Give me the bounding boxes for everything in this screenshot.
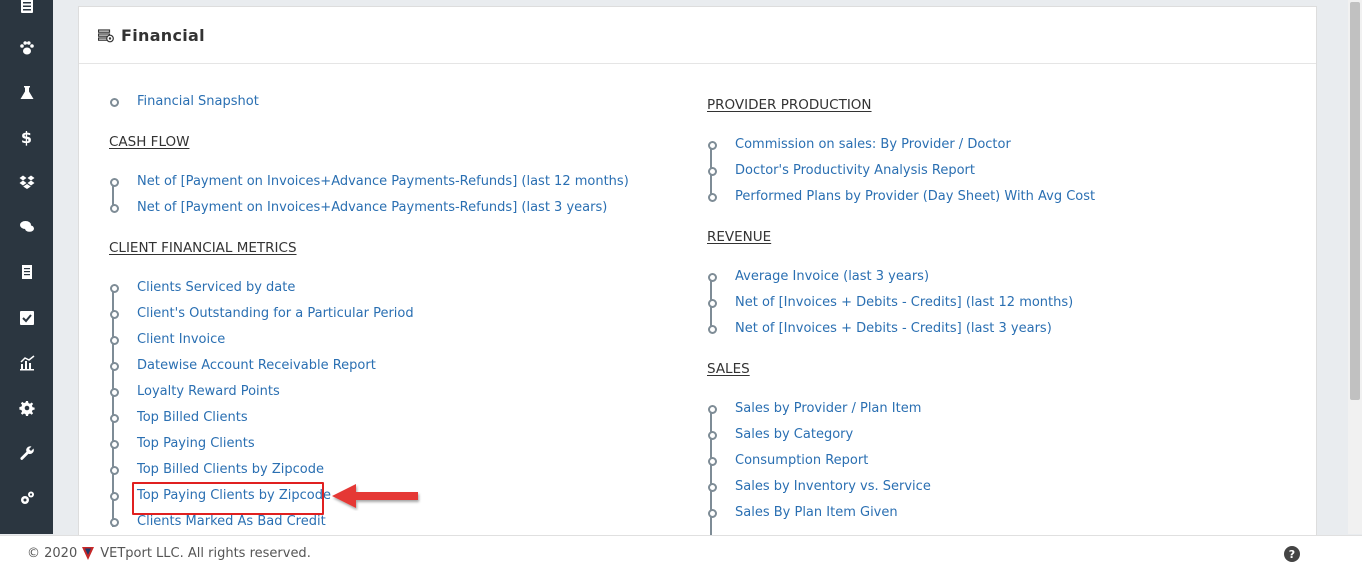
money-icon bbox=[98, 29, 114, 43]
timeline-dot bbox=[708, 509, 717, 518]
link-sales-by-plan-item-given[interactable]: Sales By Plan Item Given bbox=[735, 505, 898, 520]
link-commission-on-sales[interactable]: Commission on sales: By Provider / Docto… bbox=[735, 137, 1011, 152]
footer-copyright: © 2020 VETport LLC. All rights reserved. bbox=[27, 546, 311, 561]
panel-header: Financial bbox=[79, 7, 1316, 64]
timeline-dot bbox=[110, 388, 119, 397]
link-performed-plans[interactable]: Performed Plans by Provider (Day Sheet) … bbox=[735, 189, 1095, 204]
company-name: VETport LLC. All rights reserved. bbox=[100, 546, 311, 561]
link-net-invoices-3-years[interactable]: Net of [Invoices + Debits - Credits] (la… bbox=[735, 321, 1052, 336]
copyright-year: © 2020 bbox=[27, 546, 78, 561]
help-icon[interactable]: ? bbox=[1284, 546, 1300, 562]
heading-cash-flow: CASH FLOW bbox=[109, 134, 190, 150]
timeline-dot bbox=[110, 98, 119, 107]
heading-client-financial-metrics: CLIENT FINANCIAL METRICS bbox=[109, 240, 297, 256]
timeline-dot bbox=[110, 310, 119, 319]
timeline-dot bbox=[110, 178, 119, 187]
vetport-logo-icon bbox=[82, 546, 95, 560]
timeline-dot bbox=[708, 193, 717, 202]
heading-revenue: REVENUE bbox=[707, 229, 772, 245]
timeline-dot bbox=[110, 518, 119, 527]
link-top-billed-clients[interactable]: Top Billed Clients bbox=[137, 410, 248, 425]
checkbox-icon[interactable] bbox=[0, 303, 53, 333]
arrow-annotation-icon bbox=[332, 484, 418, 508]
link-datewise-ar-report[interactable]: Datewise Account Receivable Report bbox=[137, 358, 376, 373]
link-sales-inventory-vs-service[interactable]: Sales by Inventory vs. Service bbox=[735, 479, 931, 494]
list-icon[interactable] bbox=[0, 0, 53, 21]
chat-icon[interactable] bbox=[0, 212, 53, 242]
link-net-invoices-12-months[interactable]: Net of [Invoices + Debits - Credits] (la… bbox=[735, 295, 1073, 310]
timeline-dot bbox=[708, 457, 717, 466]
link-sales-by-category[interactable]: Sales by Category bbox=[735, 427, 853, 442]
timeline-dot bbox=[708, 405, 717, 414]
timeline-dot bbox=[110, 492, 119, 501]
timeline-dot bbox=[708, 325, 717, 334]
link-top-billed-clients-zipcode[interactable]: Top Billed Clients by Zipcode bbox=[137, 462, 324, 477]
link-clients-outstanding[interactable]: Client's Outstanding for a Particular Pe… bbox=[137, 306, 414, 321]
timeline-dot bbox=[708, 141, 717, 150]
link-clients-bad-credit[interactable]: Clients Marked As Bad Credit bbox=[137, 514, 326, 529]
dropbox-icon[interactable] bbox=[0, 167, 53, 197]
link-top-paying-clients[interactable]: Top Paying Clients bbox=[137, 436, 255, 451]
chart-icon[interactable] bbox=[0, 348, 53, 378]
gears-icon[interactable] bbox=[0, 483, 53, 513]
paw-icon[interactable] bbox=[0, 33, 53, 63]
dollar-icon[interactable]: $ bbox=[0, 122, 53, 152]
timeline-dot bbox=[708, 483, 717, 492]
link-consumption-report[interactable]: Consumption Report bbox=[735, 453, 868, 468]
financial-panel: Financial Financial Snapshot CASH FLOW N… bbox=[78, 6, 1317, 548]
timeline-dot bbox=[110, 204, 119, 213]
timeline-dot bbox=[110, 336, 119, 345]
receipt-icon[interactable] bbox=[0, 257, 53, 287]
wrench-icon[interactable] bbox=[0, 438, 53, 468]
timeline-dot bbox=[110, 362, 119, 371]
flask-icon[interactable] bbox=[0, 78, 53, 108]
timeline-dot bbox=[110, 414, 119, 423]
report-list: Financial Snapshot CASH FLOW Net of [Pay… bbox=[79, 64, 1316, 546]
timeline-dot bbox=[110, 466, 119, 475]
timeline-dot bbox=[708, 167, 717, 176]
timeline-line bbox=[112, 287, 114, 527]
timeline-dot bbox=[708, 299, 717, 308]
link-doctor-productivity[interactable]: Doctor's Productivity Analysis Report bbox=[735, 163, 975, 178]
scrollbar[interactable] bbox=[1348, 0, 1362, 534]
gear-icon[interactable] bbox=[0, 393, 53, 423]
link-average-invoice[interactable]: Average Invoice (last 3 years) bbox=[735, 269, 929, 284]
page-title: Financial bbox=[121, 26, 205, 45]
footer: © 2020 VETport LLC. All rights reserved.… bbox=[0, 535, 1362, 570]
timeline-dot bbox=[708, 431, 717, 440]
link-clients-serviced-by-date[interactable]: Clients Serviced by date bbox=[137, 280, 295, 295]
link-cash-flow-3-years[interactable]: Net of [Payment on Invoices+Advance Paym… bbox=[137, 200, 607, 215]
timeline-line bbox=[710, 408, 712, 546]
link-client-invoice[interactable]: Client Invoice bbox=[137, 332, 225, 347]
timeline-dot bbox=[708, 273, 717, 282]
sidebar: $ bbox=[0, 0, 53, 534]
link-cash-flow-12-months[interactable]: Net of [Payment on Invoices+Advance Paym… bbox=[137, 174, 629, 189]
heading-provider-production: PROVIDER PRODUCTION bbox=[707, 97, 872, 113]
link-financial-snapshot[interactable]: Financial Snapshot bbox=[137, 94, 259, 109]
scrollbar-thumb[interactable] bbox=[1350, 2, 1360, 400]
timeline-dot bbox=[110, 284, 119, 293]
timeline-dot bbox=[110, 440, 119, 449]
link-top-paying-clients-zipcode[interactable]: Top Paying Clients by Zipcode bbox=[137, 488, 331, 503]
link-loyalty-reward-points[interactable]: Loyalty Reward Points bbox=[137, 384, 280, 399]
heading-sales: SALES bbox=[707, 361, 750, 377]
link-sales-by-provider[interactable]: Sales by Provider / Plan Item bbox=[735, 401, 921, 416]
